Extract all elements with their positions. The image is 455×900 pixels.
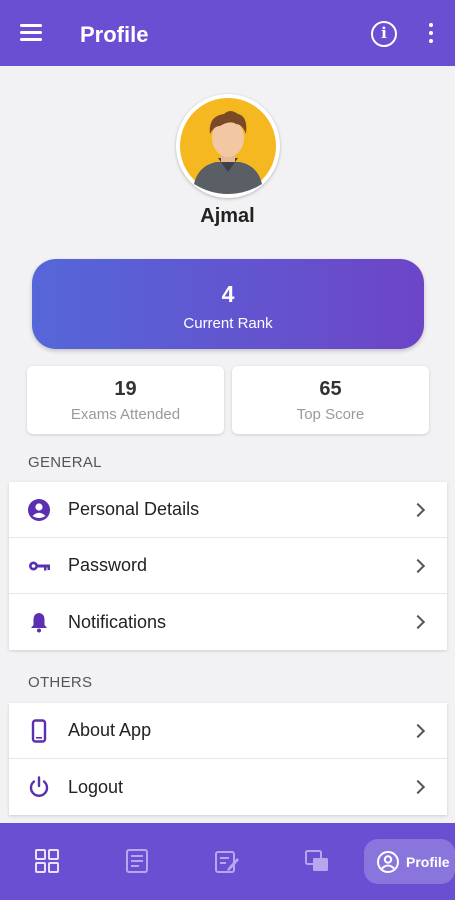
smartphone-icon — [26, 718, 52, 744]
exam-list-icon[interactable] — [117, 841, 157, 881]
list-item-personal-details[interactable]: Personal Details — [9, 482, 447, 538]
list-item-label: About App — [68, 720, 152, 740]
chevron-right-icon — [410, 779, 426, 795]
nav-profile-active[interactable]: Profile — [364, 839, 455, 884]
exams-attended-label: Exams Attended — [70, 406, 181, 423]
top-score-card: 65 Top Score — [232, 366, 429, 434]
results-icon[interactable] — [297, 841, 337, 881]
info-icon[interactable]: i — [371, 21, 397, 47]
nav-profile-label: Profile — [406, 853, 450, 870]
rank-value: 4 — [221, 281, 235, 307]
list-item-label: Personal Details — [68, 499, 200, 519]
more-vert-icon[interactable] — [427, 23, 435, 45]
power-icon — [26, 774, 52, 800]
rank-label: Current Rank — [183, 315, 273, 332]
chevron-right-icon — [410, 614, 426, 630]
top-score-label: Top Score — [296, 406, 365, 423]
top-score-value: 65 — [319, 378, 342, 400]
section-title-general: GENERAL — [28, 454, 102, 471]
profile-name: Ajmal — [200, 205, 255, 227]
current-rank-card: 4 Current Rank — [32, 259, 424, 349]
account-circle-icon — [26, 497, 52, 523]
hamburger-menu-icon[interactable] — [20, 24, 42, 42]
list-item-label: Password — [68, 555, 148, 575]
chevron-right-icon — [410, 502, 426, 517]
list-item-about-app[interactable]: About App — [9, 703, 447, 759]
avatar-image — [180, 98, 276, 194]
chevron-right-icon — [410, 723, 426, 738]
edit-exam-icon[interactable] — [207, 841, 247, 881]
others-list: About App Logout — [9, 703, 447, 815]
chevron-right-icon — [410, 558, 426, 573]
general-list: Personal Details Password Notifications — [9, 482, 447, 650]
page-title: Profile — [80, 22, 149, 47]
section-title-others: OTHERS — [28, 674, 93, 691]
list-item-password[interactable]: Password — [9, 538, 447, 594]
list-item-notifications[interactable]: Notifications — [9, 594, 447, 650]
exams-attended-card: 19 Exams Attended — [27, 366, 224, 434]
bell-icon — [26, 609, 52, 635]
key-icon — [26, 553, 52, 579]
list-item-label: Logout — [68, 776, 124, 797]
app-bar: Profile i — [0, 0, 455, 66]
list-item-logout[interactable]: Logout — [9, 759, 447, 815]
list-item-label: Notifications — [68, 611, 167, 632]
bottom-navigation: Profile — [0, 823, 455, 900]
dashboard-icon[interactable] — [27, 841, 67, 881]
exams-attended-value: 19 — [114, 378, 137, 400]
profile-icon — [377, 850, 399, 873]
avatar[interactable] — [176, 94, 280, 198]
